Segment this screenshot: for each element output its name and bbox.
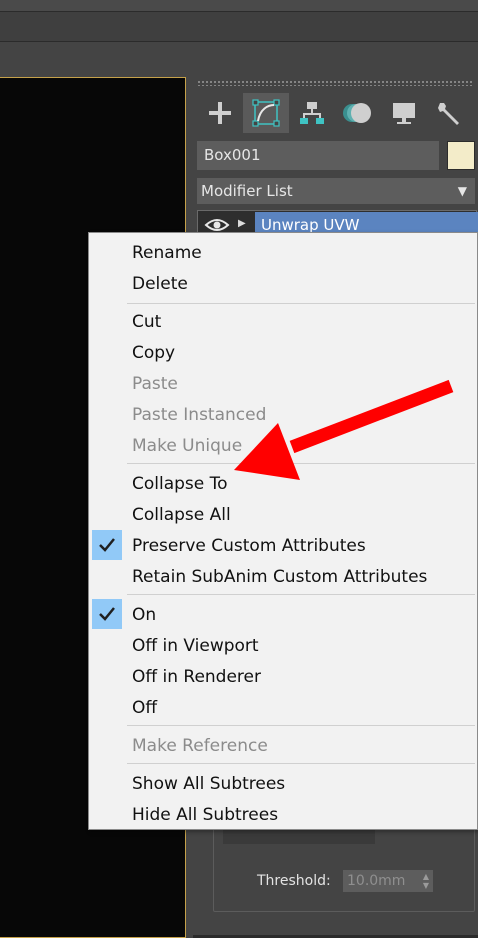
wrench-icon: [438, 103, 459, 125]
menu-item-make-unique: Make Unique: [132, 436, 243, 456]
object-color-swatch[interactable]: [447, 141, 475, 170]
menu-item-cut[interactable]: Cut: [89, 307, 477, 338]
menu-item-collapse-to[interactable]: Collapse To: [89, 469, 477, 500]
menu-item-collapse-all[interactable]: Collapse All: [89, 500, 477, 531]
modify-curve-icon: [252, 99, 280, 127]
menu-item-off-in-viewport[interactable]: Off in Viewport: [89, 631, 477, 662]
max-window: Box001 Modifier List ▼ ▶ Unwrap UVW Thre…: [0, 0, 478, 938]
menu-separator: [127, 763, 475, 764]
menu-item-off[interactable]: Off: [89, 693, 477, 724]
threshold-value: 10.0mm: [347, 873, 406, 889]
menu-item-paste-instanced: Paste Instanced: [132, 405, 267, 425]
modifier-context-menu: Rename Delete Cut Copy Paste Paste Insta…: [88, 232, 478, 830]
menu-item-retain-subanim-custom-attributes[interactable]: Retain SubAnim Custom Attributes: [89, 562, 477, 593]
display-monitor-icon: [393, 103, 415, 124]
ribbon-gap: [0, 42, 478, 76]
menu-item-delete[interactable]: Delete: [89, 269, 477, 300]
menu-separator: [127, 725, 475, 726]
object-name-field[interactable]: Box001: [197, 141, 439, 170]
tab-create[interactable]: [197, 93, 243, 133]
menu-separator: [127, 303, 475, 304]
dropdown-arrow-icon: ▼: [457, 184, 467, 198]
menu-item-off-in-renderer[interactable]: Off in Renderer: [89, 662, 477, 693]
menu-item-make-reference: Make Reference: [132, 736, 268, 756]
threshold-label: Threshold:: [257, 873, 331, 889]
tab-utilities[interactable]: [427, 93, 473, 133]
menu-item-show-all-subtrees[interactable]: Show All Subtrees: [89, 769, 477, 800]
hierarchy-icon: [300, 102, 324, 124]
modifier-list-label: Modifier List: [201, 182, 293, 200]
motion-icon: [343, 103, 371, 123]
tab-motion[interactable]: [335, 93, 381, 133]
threshold-spinner[interactable]: 10.0mm ▲ ▼: [343, 870, 433, 892]
tab-modify[interactable]: [243, 93, 289, 133]
tab-display[interactable]: [381, 93, 427, 133]
menu-item-on[interactable]: On: [89, 600, 477, 631]
menu-item-copy[interactable]: Copy: [89, 338, 477, 369]
menu-item-hide-all-subtrees[interactable]: Hide All Subtrees: [89, 800, 477, 831]
command-panel-tabs: [197, 93, 473, 133]
menu-separator: [127, 463, 475, 464]
plus-icon: [209, 102, 231, 124]
menu-item-rename[interactable]: Rename: [89, 238, 477, 269]
spinner-arrows-icon[interactable]: ▲ ▼: [423, 872, 429, 890]
tab-hierarchy[interactable]: [289, 93, 335, 133]
title-bar: [0, 0, 478, 12]
panel-drag-grip[interactable]: [197, 80, 473, 86]
menu-separator: [127, 594, 475, 595]
modifier-list-dropdown[interactable]: Modifier List ▼: [197, 178, 475, 204]
menu-item-preserve-custom-attributes[interactable]: Preserve Custom Attributes: [89, 531, 477, 562]
toolbar: [0, 12, 478, 42]
expand-triangle-icon[interactable]: ▶: [238, 218, 246, 229]
menu-item-paste: Paste: [132, 374, 178, 394]
